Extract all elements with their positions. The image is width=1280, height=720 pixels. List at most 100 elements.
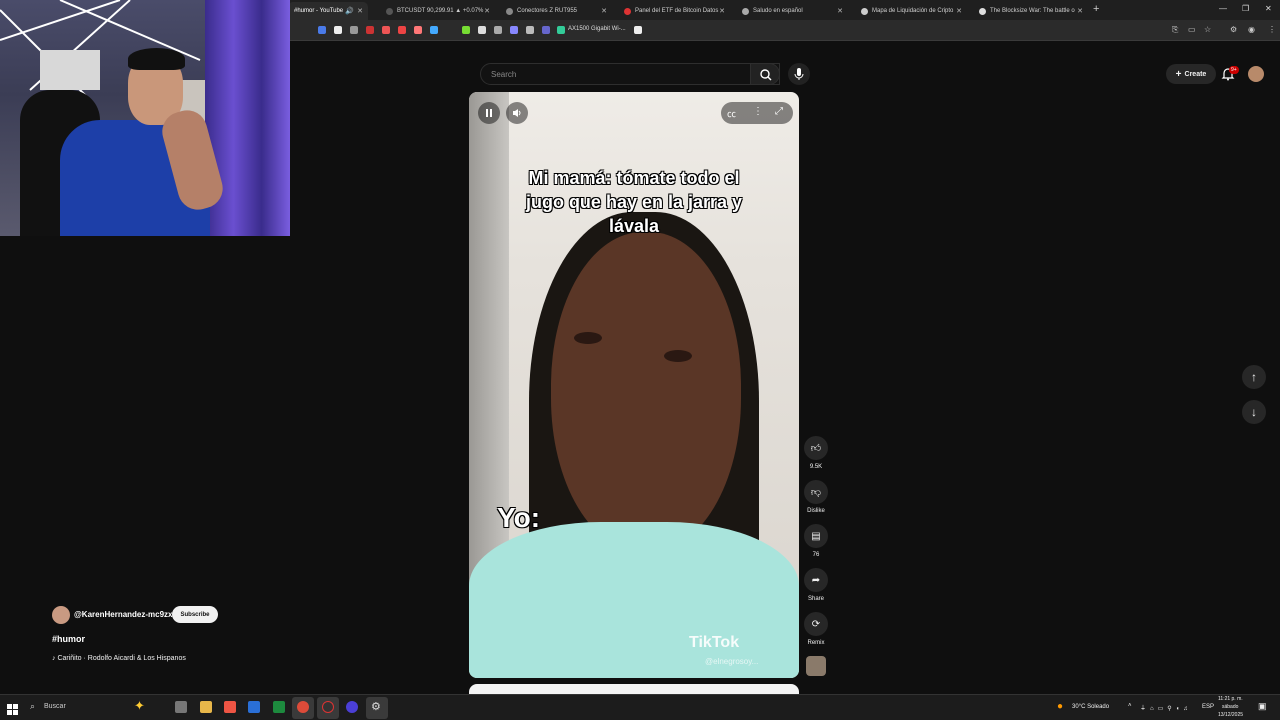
close-tab-icon[interactable]: ✕ (484, 7, 490, 15)
translate-icon[interactable]: ⎘ (1172, 25, 1178, 35)
close-tab-icon[interactable]: ✕ (837, 7, 843, 15)
close-tab-icon[interactable]: ✕ (956, 7, 962, 15)
channel-avatar[interactable] (52, 606, 70, 624)
app-icon[interactable] (346, 701, 358, 713)
short-video-player[interactable]: Mi mamá: tómate todo el jugo que hay en … (469, 92, 799, 678)
favicon-icon (386, 7, 393, 15)
clock-day[interactable]: sábado (1222, 704, 1238, 710)
volume-icon (513, 109, 521, 117)
share-button[interactable]: ➦ Share (804, 568, 828, 602)
pause-button[interactable] (478, 102, 500, 124)
bookmark-icon[interactable] (334, 26, 342, 34)
tab-saludo[interactable]: Saludo en español ✕ (736, 2, 848, 20)
search-placeholder: Search (491, 70, 517, 79)
like-button[interactable]: 👍︎ 9.5K (804, 436, 828, 470)
previous-short-button[interactable]: ↑ (1242, 365, 1266, 389)
comments-button[interactable]: ▤ 76 (804, 524, 828, 558)
close-tab-icon[interactable]: ✕ (601, 7, 607, 15)
next-short-peek[interactable] (469, 684, 799, 694)
task-view-icon[interactable] (175, 701, 187, 713)
bookmark-icon[interactable] (366, 26, 374, 34)
video-title[interactable]: #humor (52, 634, 85, 644)
remix-button[interactable]: ⟳ Remix (804, 612, 828, 646)
clock-date[interactable]: 13/12/2025 (1218, 712, 1243, 718)
favicon-icon (506, 7, 513, 15)
bookmark-icon[interactable] (526, 26, 534, 34)
chrome-icon[interactable] (297, 701, 309, 713)
bookmark-icon[interactable] (462, 26, 470, 34)
menu-icon[interactable]: ⋮ (1268, 25, 1276, 34)
dislike-label: Dislike (807, 508, 825, 514)
bookmark-icon[interactable] (398, 26, 406, 34)
minimize-icon[interactable]: — (1219, 4, 1227, 13)
search-input[interactable]: Search (480, 63, 780, 85)
settings-icon[interactable]: ⚙ (371, 700, 381, 713)
profile-icon[interactable]: ◉ (1248, 25, 1255, 34)
bookmark-icon[interactable] (350, 26, 358, 34)
tray-icons[interactable]: ⏚⌂▭⚲◖♫ (1140, 703, 1192, 712)
tab-etf-bitcoin[interactable]: Panel del ETF de Bitcoin Datos ✕ (618, 2, 730, 20)
volume-button[interactable] (506, 102, 528, 124)
tab-conectores[interactable]: Conectores Z RUT955 ✕ (500, 2, 612, 20)
excel-icon[interactable] (273, 701, 285, 713)
favicon-icon (861, 7, 868, 15)
more-options-icon[interactable]: ⋮ (753, 106, 763, 117)
tab-btcusdt[interactable]: BTCUSDT 90,299.91 ▲ +0.07% ✕ (380, 2, 495, 20)
close-tab-icon[interactable]: ✕ (1077, 7, 1083, 15)
bookmark-icon[interactable] (494, 26, 502, 34)
close-tab-icon[interactable]: ✕ (719, 7, 725, 15)
weather-icon[interactable]: ● (1057, 701, 1063, 712)
bookmark-icon[interactable] (478, 26, 486, 34)
brave-icon[interactable] (224, 701, 236, 713)
tab-blocksize-war[interactable]: The Blocksize War: The battle o ✕ (973, 2, 1088, 20)
tab-title: Saludo en español (753, 8, 803, 14)
video-sound[interactable]: ♪ Cariñito · Rodolfo Aicardi & Los Hispa… (52, 655, 186, 662)
create-button[interactable]: + Create (1166, 64, 1216, 84)
bookmark-icon[interactable] (414, 26, 422, 34)
outlook-icon[interactable] (248, 701, 260, 713)
restore-icon[interactable]: ❐ (1242, 4, 1249, 13)
bookmark-icon[interactable] (318, 26, 326, 34)
taskbar-search-label[interactable]: Buscar (44, 703, 66, 710)
language-indicator[interactable]: ESP (1202, 704, 1214, 710)
bookmark-icon[interactable] (510, 26, 518, 34)
extension-icon[interactable]: ⚙ (1230, 25, 1237, 34)
close-window-icon[interactable]: ✕ (1265, 4, 1272, 13)
subscribe-button[interactable]: Subscribe (172, 606, 218, 623)
clock-time[interactable]: 11:21 p. m. (1218, 696, 1243, 702)
notification-center-icon[interactable]: ▣ (1258, 701, 1267, 712)
bookmark-router-label[interactable]: AX1500 Gigabit Wi-... (568, 26, 626, 32)
sound-thumbnail[interactable] (806, 656, 826, 676)
bookmark-icon[interactable] (634, 26, 642, 34)
cast-icon[interactable]: ▭ (1188, 25, 1196, 34)
taskbar-search-icon[interactable]: ⌕ (30, 701, 35, 712)
channel-handle[interactable]: @KarenHernandez-mc9zx (74, 610, 173, 619)
tab-youtube-humor[interactable]: #humor - YouTube 🔊 ✕ (288, 2, 368, 20)
account-avatar[interactable] (1248, 66, 1264, 82)
next-short-button[interactable]: ↓ (1242, 400, 1266, 424)
copilot-icon[interactable]: ✦ (134, 698, 145, 714)
windows-start-icon[interactable] (7, 702, 18, 715)
bookmark-icon[interactable] (382, 26, 390, 34)
fullscreen-icon[interactable]: ⤢ (775, 106, 783, 117)
captions-icon[interactable]: ㏄ (727, 107, 736, 120)
dislike-button[interactable]: 👎︎ Dislike (804, 480, 828, 514)
close-tab-icon[interactable]: ✕ (357, 7, 363, 15)
file-explorer-icon[interactable] (200, 701, 212, 713)
voice-search-button[interactable] (788, 63, 810, 85)
star-icon[interactable]: ☆ (1204, 25, 1211, 34)
mic-icon (794, 68, 804, 80)
bookmark-icon[interactable] (430, 26, 438, 34)
tab-mapa-liquidacion[interactable]: Mapa de Liquidación de Cripto ✕ (855, 2, 967, 20)
search-button[interactable] (750, 63, 780, 85)
router-bookmark-icon[interactable] (557, 26, 565, 34)
new-tab-icon[interactable]: + (1093, 3, 1099, 15)
speaker-icon[interactable]: 🔊 (345, 7, 354, 15)
weather-text[interactable]: 30°C Soleado (1072, 704, 1109, 710)
tray-chevron-icon[interactable]: ˄ (1128, 703, 1132, 709)
drawer-unit (40, 50, 100, 90)
obs-icon[interactable] (322, 701, 334, 713)
bookmark-icon[interactable] (542, 26, 550, 34)
player-controls-group: ㏄ ⋮ ⤢ (721, 102, 793, 124)
notification-badge: 9+ (1229, 66, 1239, 74)
